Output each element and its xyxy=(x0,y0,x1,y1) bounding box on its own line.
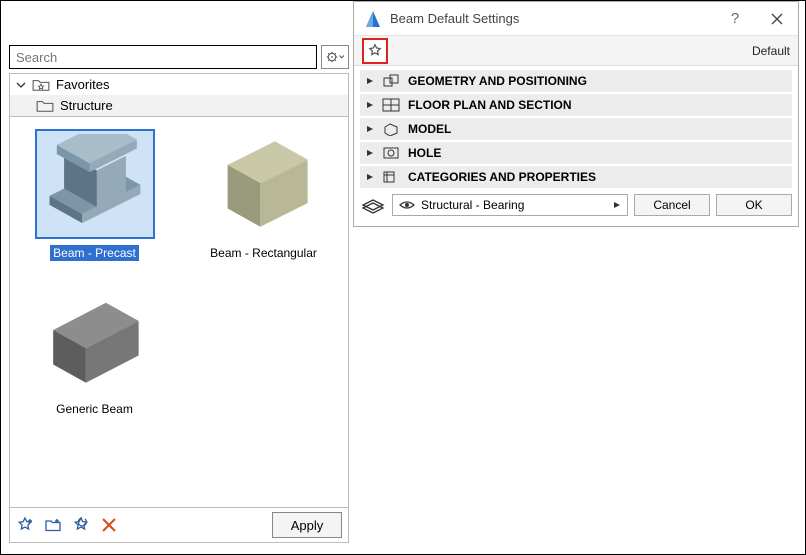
triangle-right-icon xyxy=(366,149,374,157)
star-plus-icon xyxy=(16,516,34,534)
settings-sections: GEOMETRY AND POSITIONING FLOOR PLAN AND … xyxy=(354,66,798,190)
thumb-label-generic: Generic Beam xyxy=(53,401,136,417)
favorites-folder-icon xyxy=(32,78,50,92)
thumb-beam-rectangular[interactable]: Beam - Rectangular xyxy=(183,129,344,261)
app-icon xyxy=(362,8,384,30)
apply-button[interactable]: Apply xyxy=(272,512,342,538)
favorites-toggle-button[interactable] xyxy=(362,38,388,64)
favorites-thumbnail-grid: Beam - Precast Beam - Rectangular Ge xyxy=(9,117,349,508)
categories-icon xyxy=(382,170,400,184)
star-reload-icon xyxy=(72,516,90,534)
cancel-button[interactable]: Cancel xyxy=(634,194,710,216)
tree-row-structure[interactable]: Structure xyxy=(10,95,348,116)
section-geometry[interactable]: GEOMETRY AND POSITIONING xyxy=(360,70,792,92)
new-folder-button[interactable] xyxy=(44,516,62,534)
thumb-label-rectangular: Beam - Rectangular xyxy=(207,245,320,261)
tree-label-structure: Structure xyxy=(60,98,113,113)
floorplan-icon xyxy=(382,98,400,112)
tree-label-favorites: Favorites xyxy=(56,77,109,92)
close-button[interactable] xyxy=(756,2,798,36)
dialog-toolbar: Default xyxy=(354,36,798,66)
ok-button[interactable]: OK xyxy=(716,194,792,216)
triangle-right-icon xyxy=(366,173,374,181)
geometry-icon xyxy=(382,74,400,88)
search-input[interactable] xyxy=(9,45,317,69)
x-icon xyxy=(771,13,783,25)
favorites-panel: Favorites Structure xyxy=(9,45,349,543)
model-icon xyxy=(382,122,400,136)
thumb-beam-precast[interactable]: Beam - Precast xyxy=(14,129,175,261)
help-button[interactable]: ? xyxy=(714,2,756,36)
section-label: HOLE xyxy=(408,146,441,160)
favorites-footer: Apply xyxy=(9,508,349,543)
thumb-label-precast: Beam - Precast xyxy=(50,245,139,261)
thumb-generic-beam[interactable]: Generic Beam xyxy=(14,285,175,417)
chevron-down-icon xyxy=(16,80,26,90)
eye-icon xyxy=(399,199,415,211)
delete-favorite-button[interactable] xyxy=(100,516,118,534)
favorites-tree: Favorites Structure xyxy=(9,73,349,117)
triangle-right-icon xyxy=(366,125,374,133)
gear-dropdown-icon xyxy=(326,50,344,64)
triangle-right-icon xyxy=(366,101,374,109)
section-model[interactable]: MODEL xyxy=(360,118,792,140)
dialog-titlebar: Beam Default Settings ? xyxy=(354,2,798,36)
folder-icon xyxy=(36,99,54,113)
reload-favorite-button[interactable] xyxy=(72,516,90,534)
default-label: Default xyxy=(752,44,790,58)
beam-rectangular-icon xyxy=(209,134,319,234)
beam-settings-dialog: Beam Default Settings ? Default GEOMETRY… xyxy=(353,1,799,227)
close-icon xyxy=(100,516,118,534)
triangle-right-icon xyxy=(366,77,374,85)
section-label: CATEGORIES AND PROPERTIES xyxy=(408,170,596,184)
section-label: FLOOR PLAN AND SECTION xyxy=(408,98,572,112)
hole-icon xyxy=(382,146,400,160)
layers-icon xyxy=(360,196,386,214)
dialog-title: Beam Default Settings xyxy=(390,11,519,26)
folder-plus-icon xyxy=(44,516,62,534)
beam-precast-icon xyxy=(40,134,150,234)
layer-select-label: Structural - Bearing xyxy=(421,198,524,212)
dialog-footer: Structural - Bearing Cancel OK xyxy=(354,190,798,222)
add-favorite-button[interactable] xyxy=(16,516,34,534)
triangle-right-icon xyxy=(613,201,621,209)
search-settings-button[interactable] xyxy=(321,45,349,69)
star-icon xyxy=(367,43,383,59)
tree-row-favorites[interactable]: Favorites xyxy=(10,74,348,95)
beam-generic-icon xyxy=(40,290,150,390)
layer-select[interactable]: Structural - Bearing xyxy=(392,194,628,216)
section-label: MODEL xyxy=(408,122,451,136)
section-hole[interactable]: HOLE xyxy=(360,142,792,164)
section-floorplan[interactable]: FLOOR PLAN AND SECTION xyxy=(360,94,792,116)
section-categories[interactable]: CATEGORIES AND PROPERTIES xyxy=(360,166,792,188)
section-label: GEOMETRY AND POSITIONING xyxy=(408,74,587,88)
